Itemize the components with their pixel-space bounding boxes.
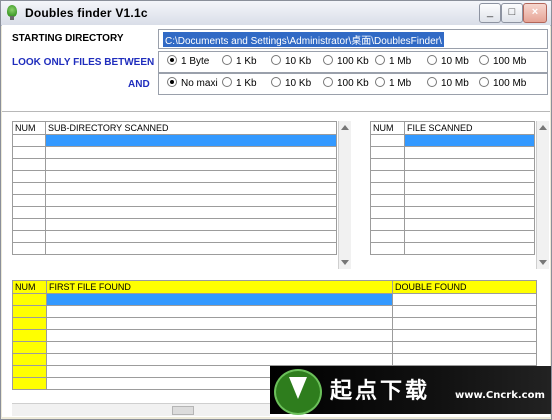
minimize-button[interactable]: _	[479, 3, 501, 23]
table-row[interactable]	[12, 206, 337, 219]
double-found-header: DOUBLE FOUND	[392, 280, 537, 294]
starting-directory-label: STARTING DIRECTORY	[12, 33, 124, 44]
max-radio-1kb[interactable]: 1 Kb	[222, 77, 257, 89]
separator	[2, 111, 550, 112]
table-row[interactable]	[370, 146, 535, 159]
table-row[interactable]	[12, 353, 537, 366]
max-radio-10kb[interactable]: 10 Kb	[271, 77, 311, 89]
max-size-group: No maxi 1 Kb 10 Kb 100 Kb 1 Mb 10 Mb 100…	[158, 73, 548, 95]
doubles-hscrollbar[interactable]	[12, 403, 270, 416]
scroll-thumb[interactable]	[172, 406, 194, 415]
radio-icon	[479, 77, 489, 87]
min-radio-100mb[interactable]: 100 Mb	[479, 55, 526, 67]
min-radio-10mb[interactable]: 10 Mb	[427, 55, 469, 67]
radio-selected-icon	[167, 77, 177, 87]
starting-directory-field[interactable]: C:\Documents and Settings\Administrator\…	[158, 29, 548, 49]
table-row[interactable]	[12, 341, 537, 354]
radio-icon	[427, 77, 437, 87]
table-row[interactable]	[12, 329, 537, 342]
close-button[interactable]: ×	[523, 3, 547, 23]
app-window: Doubles finder V1.1c _ □ × STARTING DIRE…	[0, 0, 552, 420]
table-row[interactable]	[12, 317, 537, 330]
watermark-url: www.Cncrk.com	[455, 390, 545, 401]
radio-icon	[375, 55, 385, 65]
radio-icon	[222, 77, 232, 87]
radio-icon	[323, 77, 333, 87]
radio-icon	[375, 77, 385, 87]
window-title: Doubles finder V1.1c	[25, 6, 148, 20]
title-bar[interactable]: Doubles finder V1.1c _ □ ×	[1, 1, 551, 26]
starting-directory-value: C:\Documents and Settings\Administrator\…	[163, 32, 444, 47]
scroll-down-icon[interactable]	[341, 260, 349, 265]
radio-selected-icon	[167, 55, 177, 65]
max-radio-100kb[interactable]: 100 Kb	[323, 77, 369, 89]
file-num-header: NUM	[370, 121, 405, 135]
table-row[interactable]	[12, 242, 337, 255]
subdir-num-header: NUM	[12, 121, 46, 135]
table-row[interactable]	[370, 194, 535, 207]
table-row[interactable]	[370, 170, 535, 183]
table-row[interactable]	[370, 242, 535, 255]
radio-icon	[271, 55, 281, 65]
table-row[interactable]	[370, 230, 535, 243]
radio-icon	[222, 55, 232, 65]
first-file-header: FIRST FILE FOUND	[46, 280, 393, 294]
scroll-up-icon[interactable]	[341, 125, 349, 130]
watermark-banner: 起点下载 www.Cncrk.com	[270, 366, 551, 415]
look-only-label: LOOK ONLY FILES BETWEEN	[12, 57, 155, 68]
scroll-up-icon[interactable]	[539, 125, 547, 130]
min-radio-1byte[interactable]: 1 Byte	[167, 55, 209, 67]
radio-icon	[427, 55, 437, 65]
file-name-header: FILE SCANNED	[404, 121, 535, 135]
table-row[interactable]	[370, 158, 535, 171]
maximize-button[interactable]: □	[501, 3, 523, 23]
watermark-text: 起点下载	[330, 379, 431, 404]
download-arrow-icon	[274, 369, 322, 415]
max-radio-nomaxi[interactable]: No maxi	[167, 77, 218, 89]
max-radio-100mb[interactable]: 100 Mb	[479, 77, 526, 89]
doubles-num-header: NUM	[12, 280, 47, 294]
and-label: AND	[128, 79, 150, 90]
table-row[interactable]	[12, 170, 337, 183]
app-icon	[7, 5, 17, 20]
table-row[interactable]	[12, 194, 337, 207]
subdirectory-table[interactable]: NUM SUB-DIRECTORY SCANNED	[12, 121, 337, 255]
file-scanned-table[interactable]: NUM FILE SCANNED	[370, 121, 535, 255]
min-radio-1mb[interactable]: 1 Mb	[375, 55, 411, 67]
table-row[interactable]	[370, 134, 535, 147]
table-row[interactable]	[12, 158, 337, 171]
min-radio-100kb[interactable]: 100 Kb	[323, 55, 369, 67]
radio-icon	[271, 77, 281, 87]
table-row[interactable]	[12, 146, 337, 159]
table-row[interactable]	[12, 293, 537, 306]
subdir-scrollbar[interactable]	[338, 121, 351, 269]
radio-icon	[323, 55, 333, 65]
scroll-down-icon[interactable]	[539, 260, 547, 265]
min-size-group: 1 Byte 1 Kb 10 Kb 100 Kb 1 Mb 10 Mb 100 …	[158, 51, 548, 73]
table-row[interactable]	[12, 305, 537, 318]
max-radio-10mb[interactable]: 10 Mb	[427, 77, 469, 89]
table-row[interactable]	[370, 206, 535, 219]
radio-icon	[479, 55, 489, 65]
max-radio-1mb[interactable]: 1 Mb	[375, 77, 411, 89]
table-row[interactable]	[12, 218, 337, 231]
min-radio-1kb[interactable]: 1 Kb	[222, 55, 257, 67]
table-row[interactable]	[12, 134, 337, 147]
table-row[interactable]	[12, 230, 337, 243]
table-row[interactable]	[370, 218, 535, 231]
min-radio-10kb[interactable]: 10 Kb	[271, 55, 311, 67]
table-row[interactable]	[12, 182, 337, 195]
table-row[interactable]	[370, 182, 535, 195]
file-scrollbar[interactable]	[536, 121, 549, 269]
client-area: STARTING DIRECTORY C:\Documents and Sett…	[2, 25, 550, 417]
subdir-name-header: SUB-DIRECTORY SCANNED	[45, 121, 337, 135]
